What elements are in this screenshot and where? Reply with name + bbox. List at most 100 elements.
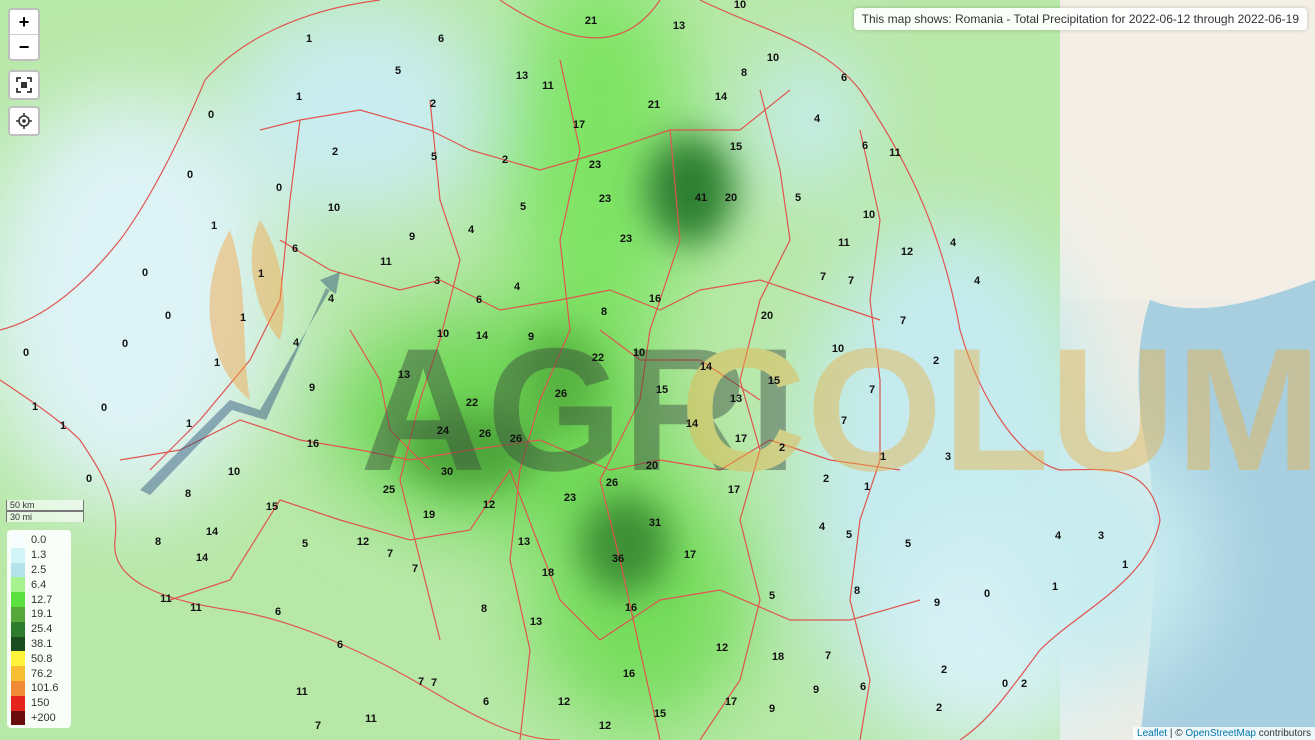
precip-value-label: 10 <box>863 209 875 221</box>
precip-value-label: 30 <box>441 466 453 478</box>
leaflet-link[interactable]: Leaflet <box>1137 728 1167 739</box>
precip-value-label: 23 <box>589 159 601 171</box>
legend-row: 38.1 <box>7 636 71 652</box>
precip-value-label: 2 <box>933 355 939 367</box>
precip-value-label: 5 <box>769 590 775 602</box>
precip-value-label: 1 <box>864 481 870 493</box>
precip-value-label: 15 <box>656 384 668 396</box>
precip-value-label: 1 <box>240 312 246 324</box>
map-attribution: Leaflet | © OpenStreetMap contributors <box>1133 727 1315 740</box>
precip-value-label: 9 <box>813 684 819 696</box>
precip-value-label: 2 <box>332 146 338 158</box>
precip-value-label: 36 <box>612 553 624 565</box>
precip-value-label: 15 <box>768 375 780 387</box>
precip-value-label: 14 <box>715 91 728 103</box>
precip-value-label: 16 <box>623 668 635 680</box>
precip-value-label: 13 <box>518 536 530 548</box>
legend-label: 50.8 <box>31 652 53 665</box>
zoom-in-button[interactable]: + <box>10 10 38 34</box>
precip-value-label: 0 <box>122 338 128 350</box>
precip-value-label: 7 <box>841 415 847 427</box>
precip-value-label: 1 <box>214 357 220 369</box>
precip-value-label: 10 <box>767 52 779 64</box>
precip-value-label: 0 <box>1002 678 1008 690</box>
precip-value-label: 4 <box>293 337 300 349</box>
precip-value-label: 6 <box>438 33 444 45</box>
precip-value-label: 25 <box>383 484 395 496</box>
precip-value-label: 17 <box>735 433 747 445</box>
precip-value-label: 5 <box>846 529 852 541</box>
precip-value-label: 7 <box>387 548 393 560</box>
legend-swatch <box>11 562 25 578</box>
precip-value-label: 0 <box>187 169 193 181</box>
precip-value-label: 16 <box>307 438 319 450</box>
zoom-out-button[interactable]: − <box>10 34 38 59</box>
crosshair-icon <box>16 113 32 129</box>
precip-value-label: 16 <box>625 602 637 614</box>
precip-value-label: 6 <box>483 696 489 708</box>
precip-value-label: 26 <box>606 477 618 489</box>
precip-value-label: 7 <box>825 650 831 662</box>
precip-value-label: 10 <box>734 0 746 11</box>
precip-value-label: 10 <box>633 347 645 359</box>
precip-value-label: 7 <box>848 275 854 287</box>
precip-value-label: 23 <box>599 193 611 205</box>
watermark-text-2: COLUMN <box>680 313 1315 508</box>
precip-value-label: 0 <box>165 310 171 322</box>
precip-value-label: 23 <box>620 233 632 245</box>
precip-value-label: 0 <box>142 267 148 279</box>
precip-value-label: 0 <box>984 588 990 600</box>
precip-value-label: 9 <box>309 382 315 394</box>
legend-row: 50.8 <box>7 651 71 667</box>
precip-value-label: 21 <box>648 99 660 111</box>
precip-value-label: 6 <box>337 639 343 651</box>
osm-link[interactable]: OpenStreetMap <box>1185 728 1256 739</box>
precip-value-label: 1 <box>1052 581 1058 593</box>
legend-row: 150 <box>7 695 71 711</box>
legend-row: 2.5 <box>7 562 71 578</box>
precip-value-label: 11 <box>542 80 554 92</box>
precip-value-label: 15 <box>730 141 742 153</box>
scale-bar: 50 km 30 mi <box>6 500 84 522</box>
precip-value-label: 3 <box>434 275 440 287</box>
precip-value-label: 9 <box>528 331 534 343</box>
precip-value-label: 11 <box>190 602 202 614</box>
precip-value-label: 20 <box>761 310 773 322</box>
precip-value-label: 4 <box>974 275 981 287</box>
legend-label: 19.1 <box>31 608 53 621</box>
precip-value-label: 0 <box>276 182 282 194</box>
precip-value-label: 15 <box>266 501 278 513</box>
legend-swatch <box>11 680 25 696</box>
precip-value-label: 7 <box>869 384 875 396</box>
precip-value-label: 2 <box>779 442 785 454</box>
precipitation-map[interactable]: AGRI COLUMN 1021131610513861112211404171… <box>0 0 1315 740</box>
precip-value-label: 6 <box>860 681 866 693</box>
precip-value-label: 3 <box>1098 530 1104 542</box>
precip-value-label: 6 <box>292 243 298 255</box>
precip-value-label: 5 <box>905 538 911 550</box>
legend-label: 150 <box>31 697 50 710</box>
precip-value-label: 16 <box>649 293 661 305</box>
legend-label: +200 <box>31 711 56 724</box>
precip-value-label: 1 <box>880 451 886 463</box>
precip-value-label: 1 <box>258 268 264 280</box>
precip-value-label: 12 <box>599 720 611 732</box>
precip-value-label: 1 <box>186 418 192 430</box>
precip-value-label: 5 <box>520 201 526 213</box>
locate-button[interactable] <box>8 106 40 136</box>
precip-value-label: 8 <box>185 488 191 500</box>
precip-value-label: 7 <box>412 563 418 575</box>
precip-value-label: 2 <box>430 98 436 110</box>
legend-swatch <box>11 606 25 622</box>
legend-swatch <box>11 533 25 548</box>
precip-value-label: 7 <box>820 271 826 283</box>
zoom-control: + − <box>8 8 40 61</box>
precip-value-label: 13 <box>730 393 742 405</box>
precip-value-label: 26 <box>510 433 522 445</box>
fullscreen-button[interactable] <box>8 70 40 100</box>
precip-value-label: 8 <box>155 536 161 548</box>
precip-value-label: 4 <box>514 281 521 293</box>
precip-value-label: 2 <box>936 702 942 714</box>
precip-value-label: 10 <box>228 466 240 478</box>
precip-value-label: 0 <box>86 473 92 485</box>
